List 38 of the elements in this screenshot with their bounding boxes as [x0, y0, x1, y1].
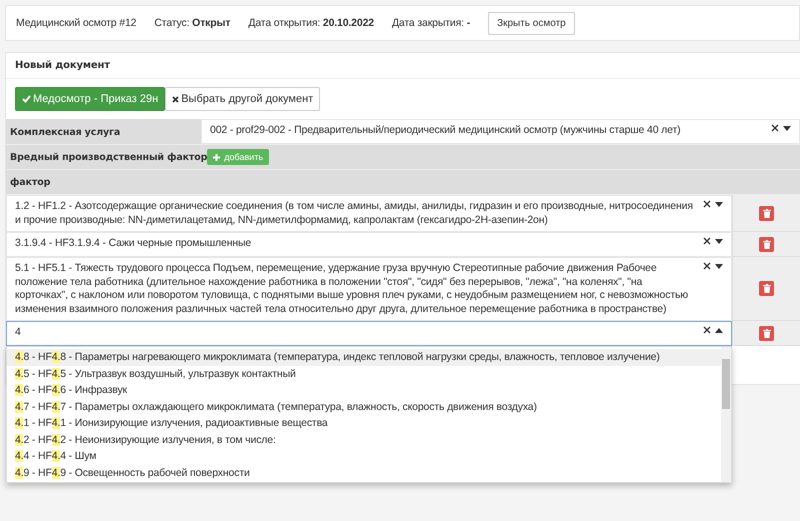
factor-select[interactable]: 1.2 - HF1.2 - Азотсодержащие органические соединения (в том числе амины, амиды, анилиды, гидразин и его производные, нитросоединения и прочие производные: NN-диметилацетамид, NN-диметилформамид, капролактам (гексагидро-2Н-азепин-2он)	[6, 195, 732, 232]
service-select[interactable]: 002 - prof29-002 - Предварительный/периодический медицинский осмотр (мужчины старше 40 лет)	[201, 119, 800, 144]
exam-title: Медицинский осмотр #12	[16, 17, 136, 29]
clear-icon[interactable]	[703, 237, 711, 245]
caret-icon[interactable]	[715, 264, 723, 268]
dropdown-option[interactable]: 4.8 - HF4.8 - Параметры нагревающего микроклимата (температура, индекс тепловой нагрузки среды, влажность, тепловое излучение)	[7, 349, 721, 366]
field-label: Комплексная услуга	[9, 126, 122, 138]
close-date: Дата закрытия: -	[392, 17, 470, 29]
close-exam-button[interactable]: Зкрыть осмотр	[488, 12, 575, 34]
delete-button[interactable]	[759, 326, 774, 340]
delete-button[interactable]	[759, 236, 774, 252]
clear-icon[interactable]	[703, 326, 711, 334]
caret-icon[interactable]	[783, 126, 791, 130]
trash-icon	[762, 240, 770, 248]
exam-status: Статус: Открыт	[154, 17, 230, 29]
factor-select[interactable]: 5.1 - HF5.1 - Тяжесть трудового процесса Подъем, перемещение, удержание груза вручную Стереотипные рабочие движения Рабочее положение тела работника (длительное нахождение работника в положении "стоя", "сидя" без перерывов, "лежа", "на коленях", "на корточках", с наклоном или поворотом туловища, с поднятыми выше уровня плеч руками, с неудобным размещением ног, с невозможностью изменения взаимного положения различных частей тела относительно друг друга, длительное перемещение работника в пространстве)	[6, 257, 732, 321]
delete-button[interactable]	[759, 206, 774, 220]
caret-icon[interactable]	[715, 238, 723, 244]
delete-button[interactable]	[759, 281, 774, 296]
cross-icon	[172, 96, 180, 102]
field-label: Вредный производственный фактор	[9, 152, 208, 162]
clear-icon[interactable]	[703, 262, 711, 270]
clear-icon[interactable]	[703, 200, 711, 208]
open-date: Дата открытия: 20.10.2022	[248, 17, 374, 29]
scrollbar[interactable]	[721, 347, 731, 482]
document-type-button[interactable]: Выбрать другой документ	[165, 87, 320, 111]
dropdown-option[interactable]: 4.5 - HF4.5 - Ультразвук воздушный, ультразвук контактный	[7, 366, 721, 382]
column-header: фактор	[9, 176, 52, 188]
card-title: Новый документ	[6, 53, 800, 79]
caret-icon[interactable]	[715, 202, 723, 206]
trash-icon	[762, 328, 770, 338]
trash-icon	[762, 208, 770, 218]
check-icon	[22, 95, 31, 103]
caret-icon[interactable]	[715, 328, 723, 332]
trash-icon	[762, 284, 770, 293]
clear-icon[interactable]	[771, 124, 779, 132]
plus-icon	[213, 154, 220, 160]
factor-select[interactable]: 3.1.9.4 - HF3.1.9.4 - Сажи черные промышленные	[6, 232, 732, 257]
